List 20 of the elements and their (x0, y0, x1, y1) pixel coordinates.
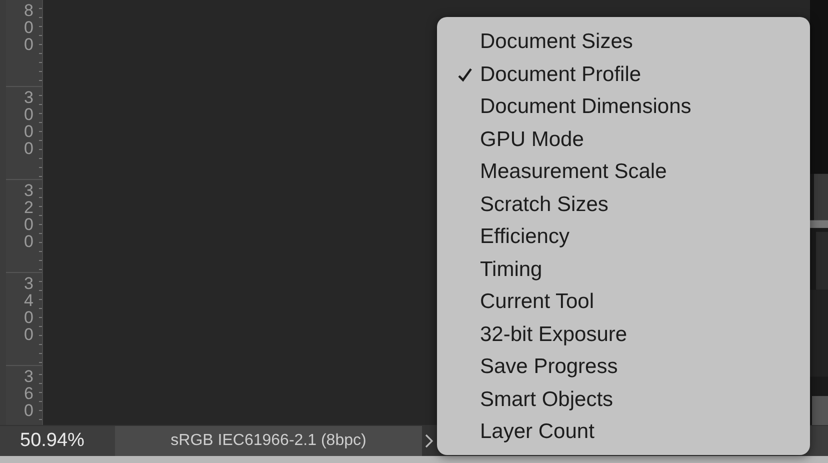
ruler-label: 3400 (24, 273, 34, 343)
menu-item[interactable]: Scratch Sizes (480, 192, 608, 217)
menu-item[interactable]: Layer Count (480, 420, 594, 444)
menu-item[interactable]: Efficiency (480, 225, 570, 250)
menu-item[interactable]: Document Dimensions (480, 95, 692, 120)
menu-item[interactable]: Current Tool (480, 290, 594, 314)
menu-item[interactable]: Smart Objects (480, 388, 614, 412)
menu-item[interactable]: GPU Mode (480, 128, 584, 152)
document-info: sRGB IEC61966-2.1 (8bpc) (115, 426, 422, 456)
menu-item[interactable]: Timing (480, 258, 542, 282)
ruler-label: 3200 (24, 180, 34, 250)
menu-item[interactable]: Document Sizes (480, 30, 633, 54)
menu-item[interactable]: Document Profile (480, 62, 642, 87)
menu-item[interactable]: Save Progress (480, 355, 618, 380)
ruler-label: 360 (24, 366, 34, 419)
ruler-label: 800 (24, 0, 34, 53)
menu-item[interactable]: 32-bit Exposure (480, 322, 628, 347)
zoom-level: 50.94% (19, 430, 86, 452)
menu-item[interactable]: Measurement Scale (480, 160, 667, 184)
ruler-label: 3000 (24, 87, 34, 157)
